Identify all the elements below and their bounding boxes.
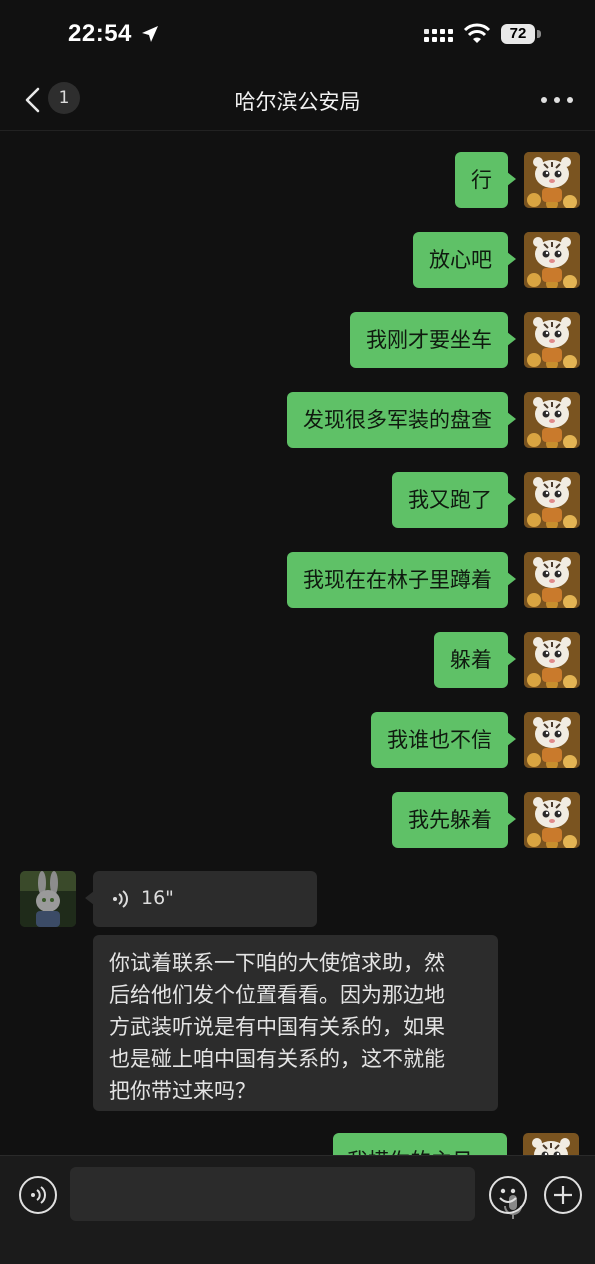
outgoing-bubble[interactable]: 我先躲着 bbox=[392, 792, 516, 848]
outgoing-bubble[interactable]: 行 bbox=[455, 152, 516, 208]
message-row-outgoing: 我先躲着 bbox=[392, 792, 580, 852]
text-line: 也是碰上咱中国有关系的，这不就能 bbox=[109, 1047, 445, 1071]
contact-avatar[interactable] bbox=[20, 871, 76, 927]
message-row-outgoing: 放心吧 bbox=[413, 232, 580, 292]
my-avatar[interactable] bbox=[524, 232, 580, 288]
more-icon[interactable] bbox=[540, 96, 574, 104]
message-row-outgoing: 我谁也不信 bbox=[371, 712, 580, 772]
outgoing-bubble[interactable]: 我谁也不信 bbox=[371, 712, 516, 768]
my-avatar[interactable] bbox=[524, 392, 580, 448]
message-input[interactable] bbox=[70, 1167, 522, 1221]
outgoing-bubble[interactable]: 我现在在林子里蹲着 bbox=[287, 552, 516, 608]
status-time: 22:54 bbox=[68, 20, 132, 47]
voice-duration: 16" bbox=[141, 887, 174, 909]
wifi-icon bbox=[463, 23, 491, 43]
battery-tip bbox=[537, 30, 541, 38]
my-avatar[interactable] bbox=[524, 312, 580, 368]
message-row-outgoing: 行 bbox=[455, 152, 580, 212]
message-row-outgoing: 发现很多军装的盘查 bbox=[287, 392, 580, 452]
voice-wave-icon bbox=[113, 890, 128, 908]
chat-header: 1 哈尔滨公安局 bbox=[0, 70, 595, 131]
my-avatar[interactable] bbox=[524, 792, 580, 848]
message-row-outgoing: 我又跑了 bbox=[392, 472, 580, 532]
status-bar: 22:54 72 bbox=[0, 0, 595, 70]
my-avatar[interactable] bbox=[524, 632, 580, 688]
emoji-icon[interactable] bbox=[489, 1176, 527, 1214]
message-row-outgoing: 我现在在林子里蹲着 bbox=[287, 552, 580, 612]
text-line: 后给他们发个位置看看。因为那边地 bbox=[109, 983, 445, 1007]
outgoing-bubble[interactable]: 发现很多军装的盘查 bbox=[287, 392, 516, 448]
my-avatar[interactable] bbox=[524, 152, 580, 208]
my-avatar[interactable] bbox=[524, 472, 580, 528]
outgoing-bubble-partial[interactable]: 我模你的主见 bbox=[333, 1133, 507, 1155]
text-line: 把你带过来吗？ bbox=[109, 1079, 256, 1103]
my-avatar[interactable] bbox=[524, 552, 580, 608]
my-avatar[interactable] bbox=[524, 712, 580, 768]
location-arrow-icon bbox=[142, 26, 158, 42]
incoming-text-bubble[interactable]: 你试着联系一下咱的大使馆求助，然 后给他们发个位置看看。因为那边地 方武装听说是… bbox=[93, 935, 498, 1111]
voice-message[interactable]: 16" bbox=[85, 871, 317, 927]
battery-level: 72 bbox=[501, 24, 535, 44]
message-row-outgoing: 躲着 bbox=[434, 632, 580, 692]
input-bar bbox=[0, 1155, 595, 1264]
text-line: 你试着联系一下咱的大使馆求助，然 bbox=[109, 951, 445, 975]
message-row-outgoing: 我刚才要坐车 bbox=[350, 312, 580, 372]
text-line: 方武装听说是有中国有关系的，如果 bbox=[109, 1015, 445, 1039]
message-list[interactable]: 行 放心吧 我刚才要坐车 发现很多军装的盘查 我又跑了 我现在在林子里蹲着 躲着… bbox=[0, 130, 595, 1155]
my-avatar[interactable] bbox=[523, 1133, 579, 1155]
voice-mode-icon[interactable] bbox=[19, 1176, 57, 1214]
outgoing-bubble[interactable]: 躲着 bbox=[434, 632, 516, 688]
outgoing-bubble[interactable]: 我又跑了 bbox=[392, 472, 516, 528]
outgoing-bubble[interactable]: 放心吧 bbox=[413, 232, 516, 288]
chat-title: 哈尔滨公安局 bbox=[234, 90, 361, 114]
outgoing-bubble[interactable]: 我刚才要坐车 bbox=[350, 312, 516, 368]
signal-icon bbox=[424, 29, 453, 42]
plus-icon[interactable] bbox=[544, 1176, 582, 1214]
